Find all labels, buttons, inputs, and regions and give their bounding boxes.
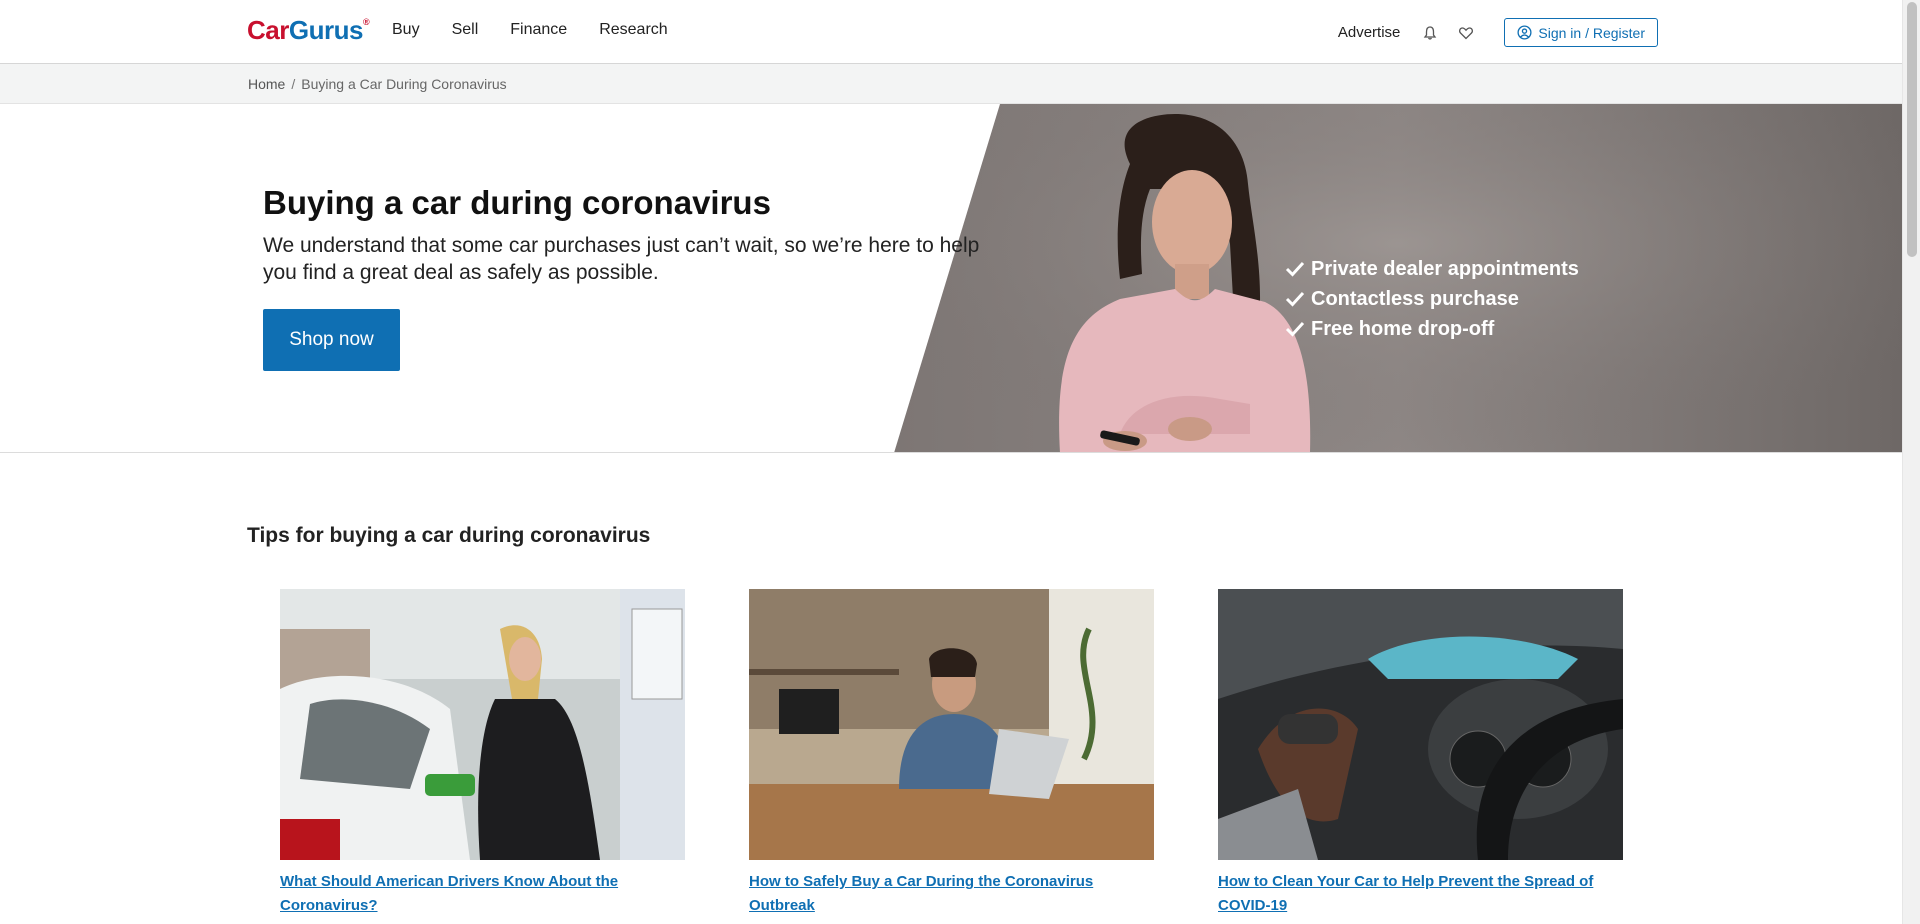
article-card: How to Safely Buy a Car During the Coron… [749, 589, 1154, 918]
nav-research[interactable]: Research [599, 21, 667, 39]
scrollbar-thumb[interactable] [1907, 2, 1917, 257]
main-nav: Buy Sell Finance Research [392, 21, 700, 39]
site-header: CarGurus® Buy Sell Finance Research Adve… [0, 0, 1902, 64]
user-circle-icon [1517, 25, 1532, 40]
breadcrumb-separator: / [291, 76, 296, 92]
article-image-cleaning-car[interactable] [1218, 589, 1623, 860]
hero-title: Buying a car during coronavirus [263, 184, 771, 221]
benefit-label: Private dealer appointments [1311, 257, 1579, 280]
breadcrumb-current: Buying a Car During Coronavirus [301, 76, 507, 92]
article-link[interactable]: What Should American Drivers Know About … [280, 870, 685, 918]
advertise-link[interactable]: Advertise [1338, 24, 1401, 41]
benefit-label: Free home drop-off [1311, 317, 1495, 340]
benefit-item: Free home drop-off [1285, 314, 1579, 344]
tips-section-title: Tips for buying a car during coronavirus [247, 524, 651, 547]
article-card: What Should American Drivers Know About … [280, 589, 685, 918]
sign-in-label: Sign in / Register [1538, 24, 1645, 41]
bell-icon[interactable] [1422, 25, 1438, 41]
checkmark-icon [1285, 261, 1305, 277]
shop-now-button[interactable]: Shop now [263, 309, 400, 371]
header-actions: Advertise Sign in / Register [1338, 18, 1658, 47]
hero-subtitle: We understand that some car purchases ju… [263, 234, 980, 284]
nav-buy[interactable]: Buy [392, 21, 420, 39]
checkmark-icon [1285, 321, 1305, 337]
hero-banner: Buying a car during coronavirus We under… [0, 104, 1902, 453]
hero-benefits-list: Private dealer appointments Contactless … [1285, 254, 1579, 344]
benefit-item: Contactless purchase [1285, 284, 1579, 314]
article-link[interactable]: How to Safely Buy a Car During the Coron… [749, 870, 1154, 918]
article-card: How to Clean Your Car to Help Prevent th… [1218, 589, 1623, 918]
breadcrumb-bar: Home / Buying a Car During Coronavirus [0, 64, 1902, 104]
article-link[interactable]: How to Clean Your Car to Help Prevent th… [1218, 870, 1623, 918]
breadcrumb-home[interactable]: Home [248, 76, 285, 92]
cargurus-logo[interactable]: CarGurus® [247, 15, 370, 46]
checkmark-icon [1285, 291, 1305, 307]
breadcrumb: Home / Buying a Car During Coronavirus [248, 76, 507, 92]
nav-sell[interactable]: Sell [452, 21, 479, 39]
nav-finance[interactable]: Finance [510, 21, 567, 39]
page-scrollbar[interactable] [1902, 0, 1920, 924]
article-image-refueling[interactable] [280, 589, 685, 860]
benefit-item: Private dealer appointments [1285, 254, 1579, 284]
heart-icon[interactable] [1458, 25, 1474, 41]
sign-in-register-button[interactable]: Sign in / Register [1504, 18, 1658, 47]
article-image-man-laptop[interactable] [749, 589, 1154, 860]
benefit-label: Contactless purchase [1311, 287, 1519, 310]
